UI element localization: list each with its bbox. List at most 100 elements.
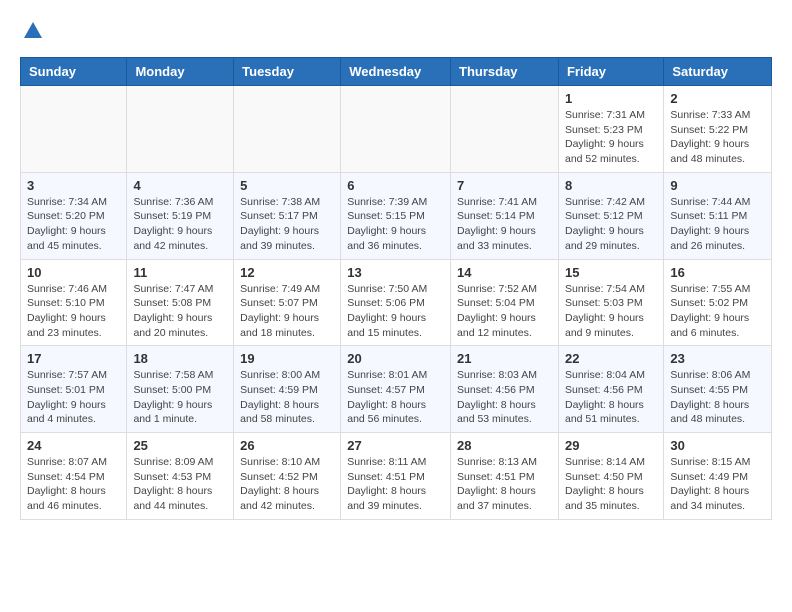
- calendar-cell: 8 Sunrise: 7:42 AM Sunset: 5:12 PM Daylig…: [558, 172, 663, 259]
- day-number: 5: [240, 178, 334, 193]
- weekday-header: Tuesday: [234, 58, 341, 86]
- calendar-week-row: 1 Sunrise: 7:31 AM Sunset: 5:23 PM Daylig…: [21, 86, 772, 173]
- day-number: 12: [240, 265, 334, 280]
- calendar-cell: 9 Sunrise: 7:44 AM Sunset: 5:11 PM Daylig…: [664, 172, 772, 259]
- day-info: Sunrise: 7:36 AM Sunset: 5:19 PM Dayligh…: [133, 195, 227, 254]
- calendar-week-row: 10 Sunrise: 7:46 AM Sunset: 5:10 PM Dayli…: [21, 259, 772, 346]
- day-info: Sunrise: 8:14 AM Sunset: 4:50 PM Dayligh…: [565, 455, 657, 514]
- calendar-cell: 5 Sunrise: 7:38 AM Sunset: 5:17 PM Daylig…: [234, 172, 341, 259]
- calendar-cell: 17 Sunrise: 7:57 AM Sunset: 5:01 PM Dayli…: [21, 346, 127, 433]
- weekday-row: SundayMondayTuesdayWednesdayThursdayFrid…: [21, 58, 772, 86]
- main-container: SundayMondayTuesdayWednesdayThursdayFrid…: [0, 0, 792, 530]
- day-number: 16: [670, 265, 765, 280]
- day-number: 22: [565, 351, 657, 366]
- day-number: 9: [670, 178, 765, 193]
- day-info: Sunrise: 7:42 AM Sunset: 5:12 PM Dayligh…: [565, 195, 657, 254]
- calendar-week-row: 24 Sunrise: 8:07 AM Sunset: 4:54 PM Dayli…: [21, 433, 772, 520]
- day-number: 30: [670, 438, 765, 453]
- day-info: Sunrise: 7:33 AM Sunset: 5:22 PM Dayligh…: [670, 108, 765, 167]
- calendar-cell: 19 Sunrise: 8:00 AM Sunset: 4:59 PM Dayli…: [234, 346, 341, 433]
- calendar-cell: 14 Sunrise: 7:52 AM Sunset: 5:04 PM Dayli…: [451, 259, 559, 346]
- day-number: 26: [240, 438, 334, 453]
- day-info: Sunrise: 7:57 AM Sunset: 5:01 PM Dayligh…: [27, 368, 120, 427]
- day-number: 28: [457, 438, 552, 453]
- day-info: Sunrise: 7:54 AM Sunset: 5:03 PM Dayligh…: [565, 282, 657, 341]
- calendar-cell: 11 Sunrise: 7:47 AM Sunset: 5:08 PM Dayli…: [127, 259, 234, 346]
- weekday-header: Wednesday: [341, 58, 451, 86]
- calendar-cell: [341, 86, 451, 173]
- day-number: 2: [670, 91, 765, 106]
- calendar-cell: [451, 86, 559, 173]
- day-number: 3: [27, 178, 120, 193]
- day-number: 17: [27, 351, 120, 366]
- day-info: Sunrise: 7:49 AM Sunset: 5:07 PM Dayligh…: [240, 282, 334, 341]
- calendar-cell: 7Sunrise: 7:41 AM Sunset: 5:14 PM Daylig…: [451, 172, 559, 259]
- calendar-cell: 6Sunrise: 7:39 AM Sunset: 5:15 PM Daylig…: [341, 172, 451, 259]
- calendar-cell: 12 Sunrise: 7:49 AM Sunset: 5:07 PM Dayli…: [234, 259, 341, 346]
- day-info: Sunrise: 7:46 AM Sunset: 5:10 PM Dayligh…: [27, 282, 120, 341]
- day-info: Sunrise: 7:50 AM Sunset: 5:06 PM Dayligh…: [347, 282, 444, 341]
- day-info: Sunrise: 7:34 AM Sunset: 5:20 PM Dayligh…: [27, 195, 120, 254]
- calendar-cell: 20Sunrise: 8:01 AM Sunset: 4:57 PM Dayli…: [341, 346, 451, 433]
- calendar-cell: 16 Sunrise: 7:55 AM Sunset: 5:02 PM Dayli…: [664, 259, 772, 346]
- calendar-cell: 2 Sunrise: 7:33 AM Sunset: 5:22 PM Daylig…: [664, 86, 772, 173]
- day-info: Sunrise: 8:07 AM Sunset: 4:54 PM Dayligh…: [27, 455, 120, 514]
- day-info: Sunrise: 8:13 AM Sunset: 4:51 PM Dayligh…: [457, 455, 552, 514]
- calendar-cell: 22 Sunrise: 8:04 AM Sunset: 4:56 PM Dayli…: [558, 346, 663, 433]
- calendar-cell: [127, 86, 234, 173]
- day-info: Sunrise: 7:47 AM Sunset: 5:08 PM Dayligh…: [133, 282, 227, 341]
- day-number: 25: [133, 438, 227, 453]
- day-number: 15: [565, 265, 657, 280]
- weekday-header: Thursday: [451, 58, 559, 86]
- day-info: Sunrise: 8:10 AM Sunset: 4:52 PM Dayligh…: [240, 455, 334, 514]
- calendar-cell: 28 Sunrise: 8:13 AM Sunset: 4:51 PM Dayli…: [451, 433, 559, 520]
- calendar-cell: [21, 86, 127, 173]
- calendar-cell: 15 Sunrise: 7:54 AM Sunset: 5:03 PM Dayli…: [558, 259, 663, 346]
- day-info: Sunrise: 7:58 AM Sunset: 5:00 PM Dayligh…: [133, 368, 227, 427]
- day-info: Sunrise: 7:52 AM Sunset: 5:04 PM Dayligh…: [457, 282, 552, 341]
- day-number: 8: [565, 178, 657, 193]
- day-number: 4: [133, 178, 227, 193]
- day-info: Sunrise: 8:03 AM Sunset: 4:56 PM Dayligh…: [457, 368, 552, 427]
- day-number: 14: [457, 265, 552, 280]
- calendar-cell: 1 Sunrise: 7:31 AM Sunset: 5:23 PM Daylig…: [558, 86, 663, 173]
- logo-text: [20, 20, 44, 42]
- weekday-header: Monday: [127, 58, 234, 86]
- calendar-cell: 3 Sunrise: 7:34 AM Sunset: 5:20 PM Daylig…: [21, 172, 127, 259]
- day-number: 21: [457, 351, 552, 366]
- logo-icon: [22, 20, 44, 42]
- day-number: 1: [565, 91, 657, 106]
- calendar-cell: 29Sunrise: 8:14 AM Sunset: 4:50 PM Dayli…: [558, 433, 663, 520]
- calendar-cell: 4 Sunrise: 7:36 AM Sunset: 5:19 PM Daylig…: [127, 172, 234, 259]
- day-info: Sunrise: 8:11 AM Sunset: 4:51 PM Dayligh…: [347, 455, 444, 514]
- calendar-cell: 25 Sunrise: 8:09 AM Sunset: 4:53 PM Dayli…: [127, 433, 234, 520]
- day-info: Sunrise: 7:38 AM Sunset: 5:17 PM Dayligh…: [240, 195, 334, 254]
- day-info: Sunrise: 8:00 AM Sunset: 4:59 PM Dayligh…: [240, 368, 334, 427]
- day-info: Sunrise: 8:06 AM Sunset: 4:55 PM Dayligh…: [670, 368, 765, 427]
- day-info: Sunrise: 7:55 AM Sunset: 5:02 PM Dayligh…: [670, 282, 765, 341]
- calendar-table: SundayMondayTuesdayWednesdayThursdayFrid…: [20, 57, 772, 520]
- day-number: 19: [240, 351, 334, 366]
- calendar-header: SundayMondayTuesdayWednesdayThursdayFrid…: [21, 58, 772, 86]
- day-number: 13: [347, 265, 444, 280]
- calendar-cell: 30Sunrise: 8:15 AM Sunset: 4:49 PM Dayli…: [664, 433, 772, 520]
- day-info: Sunrise: 8:09 AM Sunset: 4:53 PM Dayligh…: [133, 455, 227, 514]
- header: [20, 20, 772, 42]
- day-number: 24: [27, 438, 120, 453]
- day-info: Sunrise: 7:31 AM Sunset: 5:23 PM Dayligh…: [565, 108, 657, 167]
- day-info: Sunrise: 7:44 AM Sunset: 5:11 PM Dayligh…: [670, 195, 765, 254]
- calendar-body: 1 Sunrise: 7:31 AM Sunset: 5:23 PM Daylig…: [21, 86, 772, 520]
- calendar-cell: 27 Sunrise: 8:11 AM Sunset: 4:51 PM Dayli…: [341, 433, 451, 520]
- day-number: 11: [133, 265, 227, 280]
- calendar-cell: 24 Sunrise: 8:07 AM Sunset: 4:54 PM Dayli…: [21, 433, 127, 520]
- weekday-header: Sunday: [21, 58, 127, 86]
- calendar-cell: 18 Sunrise: 7:58 AM Sunset: 5:00 PM Dayli…: [127, 346, 234, 433]
- day-number: 18: [133, 351, 227, 366]
- calendar-week-row: 17 Sunrise: 7:57 AM Sunset: 5:01 PM Dayli…: [21, 346, 772, 433]
- day-info: Sunrise: 8:04 AM Sunset: 4:56 PM Dayligh…: [565, 368, 657, 427]
- day-number: 10: [27, 265, 120, 280]
- calendar-cell: 10 Sunrise: 7:46 AM Sunset: 5:10 PM Dayli…: [21, 259, 127, 346]
- day-info: Sunrise: 7:39 AM Sunset: 5:15 PM Dayligh…: [347, 195, 444, 254]
- weekday-header: Saturday: [664, 58, 772, 86]
- day-number: 27: [347, 438, 444, 453]
